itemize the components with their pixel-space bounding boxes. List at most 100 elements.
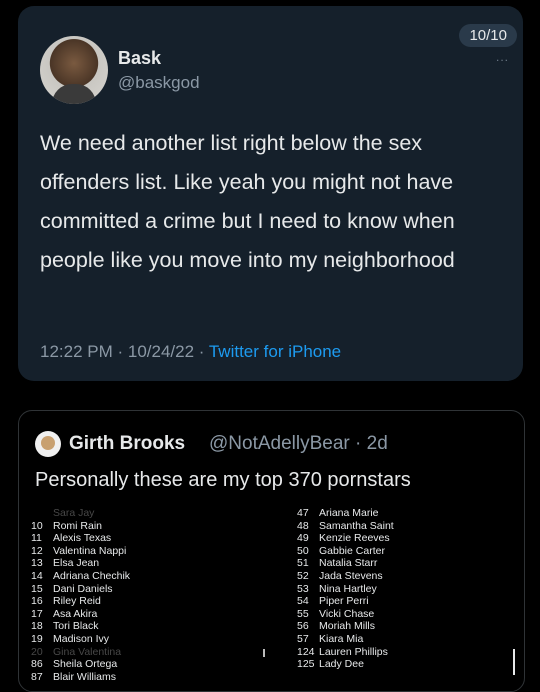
list-item: 57 Kiara Mia xyxy=(297,633,394,646)
list-item-number: 57 xyxy=(297,632,309,645)
list-item-name: Elsa Jean xyxy=(53,557,100,570)
list-item-name: Lady Dee xyxy=(319,658,364,671)
quoted-tweet-card[interactable]: Girth Brooks @NotAdellyBear · 2d Persona… xyxy=(18,410,525,692)
list-item-name: Jada Stevens xyxy=(319,569,383,582)
list-item-name: Asa Akira xyxy=(53,607,98,620)
user-handle[interactable]: @baskgod xyxy=(118,73,200,93)
list-item-number: 53 xyxy=(297,582,309,595)
list-item-number: 48 xyxy=(297,519,309,532)
list-item-number: 54 xyxy=(297,595,309,608)
list-item-number: 10 xyxy=(31,519,43,532)
page-counter-badge: 10/10 xyxy=(459,24,517,47)
list-item: 16 Riley Reid xyxy=(31,595,130,608)
list-item-number: 15 xyxy=(31,582,43,595)
tweet-source-link[interactable]: Twitter for iPhone xyxy=(209,342,341,361)
tweet-card-bask[interactable]: 10/10 ... Bask @baskgod We need another … xyxy=(18,6,523,381)
list-item: 51 Natalia Starr xyxy=(297,557,394,570)
list-item: 49 Kenzie Reeves xyxy=(297,532,394,545)
tweet-text: Personally these are my top 370 pornstar… xyxy=(35,469,411,491)
list-item-number: 18 xyxy=(31,620,43,633)
list-item: 10 Romi Rain xyxy=(31,520,130,533)
list-item-name: Sheila Ortega xyxy=(53,658,118,671)
list-item: 12 Valentina Nappi xyxy=(31,545,130,558)
list-item-name: Blair Williams xyxy=(53,670,116,683)
list-item-number: 47 xyxy=(297,507,309,519)
list-item-name: Piper Perri xyxy=(319,595,369,608)
list-item-number: 52 xyxy=(297,569,309,582)
list-item-name: Valentina Nappi xyxy=(53,544,127,557)
list-item-number: 13 xyxy=(31,557,43,570)
list-item-name: Lauren Phillips xyxy=(319,645,388,658)
list-item: 124 Lauren Phillips xyxy=(297,646,394,659)
list-item: 53 Nina Hartley xyxy=(297,583,394,596)
list-item-number: 86 xyxy=(31,658,43,671)
list-item-name: Kenzie Reeves xyxy=(319,532,390,545)
display-name[interactable]: Girth Brooks xyxy=(69,433,185,455)
list-item-number: 87 xyxy=(31,670,43,683)
list-item-number: 20 xyxy=(31,645,43,658)
list-item: 18 Tori Black xyxy=(31,620,130,633)
list-column-left: Sara Jay 10 Romi Rain 11 Alexis Texas 12 Valen… xyxy=(31,507,130,683)
list-item-name: Romi Rain xyxy=(53,519,103,532)
list-item-name: Gina Valentina xyxy=(53,645,122,658)
list-item-name: Vicki Chase xyxy=(319,607,375,620)
list-item: 48 Samantha Saint xyxy=(297,520,394,533)
list-item: 50 Gabbie Carter xyxy=(297,545,394,558)
list-item: 55 Vicki Chase xyxy=(297,608,394,621)
avatar[interactable] xyxy=(40,36,108,104)
list-item: 56 Moriah Mills xyxy=(297,620,394,633)
list-item: 15 Dani Daniels xyxy=(31,583,130,596)
list-item-name: Alexis Texas xyxy=(53,532,112,545)
user-handle-and-time[interactable]: @NotAdellyBear · 2d xyxy=(209,433,388,455)
list-column-right: 47 Ariana Marie 48 Samantha Saint 49 Kenzie R… xyxy=(297,507,394,671)
list-item: 47 Ariana Marie xyxy=(297,507,394,520)
attached-list-image[interactable]: Sara Jay 10 Romi Rain 11 Alexis Texas 12 Valen… xyxy=(27,507,517,691)
list-item-name: Moriah Mills xyxy=(319,620,376,633)
divider-mark xyxy=(263,649,265,657)
list-item-number: 17 xyxy=(31,607,43,620)
tweet-timestamp[interactable]: 12:22 PM · 10/24/22 · xyxy=(40,342,209,361)
list-item: 52 Jada Stevens xyxy=(297,570,394,583)
list-item-number: 124 xyxy=(297,645,315,658)
list-item: 11 Alexis Texas xyxy=(31,532,130,545)
list-item: Sara Jay xyxy=(31,507,130,520)
list-item-number: 51 xyxy=(297,557,309,570)
list-item-name: Nina Hartley xyxy=(319,582,377,595)
list-item-name: Sara Jay xyxy=(53,507,95,519)
list-item-number: 19 xyxy=(31,632,43,645)
list-item-number: 12 xyxy=(31,544,43,557)
list-item-number: 11 xyxy=(31,532,42,545)
list-item-name: Dani Daniels xyxy=(53,582,113,595)
list-item-name: Samantha Saint xyxy=(319,519,394,532)
list-item-number: 49 xyxy=(297,532,309,545)
list-item: 54 Piper Perri xyxy=(297,595,394,608)
list-item-number: 16 xyxy=(31,595,43,608)
list-item-name: Adriana Chechik xyxy=(53,569,131,582)
more-options-icon[interactable]: ... xyxy=(496,50,509,64)
list-item: 86 Sheila Ortega xyxy=(31,658,130,671)
scrollbar[interactable] xyxy=(513,649,515,675)
list-item: 20 Gina Valentina xyxy=(31,646,130,659)
list-item-number: 50 xyxy=(297,544,309,557)
list-item: 13 Elsa Jean xyxy=(31,557,130,570)
list-item-number: 14 xyxy=(31,569,43,582)
list-item-number: 125 xyxy=(297,658,315,671)
list-item: 19 Madison Ivy xyxy=(31,633,130,646)
list-item: 125 Lady Dee xyxy=(297,658,394,671)
list-item-name: Tori Black xyxy=(53,620,99,633)
list-item-name: Madison Ivy xyxy=(53,632,110,645)
list-item: 17 Asa Akira xyxy=(31,608,130,621)
list-item-name: Gabbie Carter xyxy=(319,544,385,557)
list-item-number: 55 xyxy=(297,607,309,620)
tweet-text: We need another list right below the sex… xyxy=(40,131,455,272)
list-item: 14 Adriana Chechik xyxy=(31,570,130,583)
list-item-name: Kiara Mia xyxy=(319,632,364,645)
list-item-name: Riley Reid xyxy=(53,595,101,608)
tweet-metadata: 12:22 PM · 10/24/22 · Twitter for iPhone xyxy=(40,342,341,362)
list-item-name: Ariana Marie xyxy=(319,507,379,519)
avatar[interactable] xyxy=(35,431,61,457)
display-name[interactable]: Bask xyxy=(118,48,161,69)
list-item-name: Natalia Starr xyxy=(319,557,378,570)
list-item: 87 Blair Williams xyxy=(31,671,130,684)
list-item-number: 56 xyxy=(297,620,309,633)
